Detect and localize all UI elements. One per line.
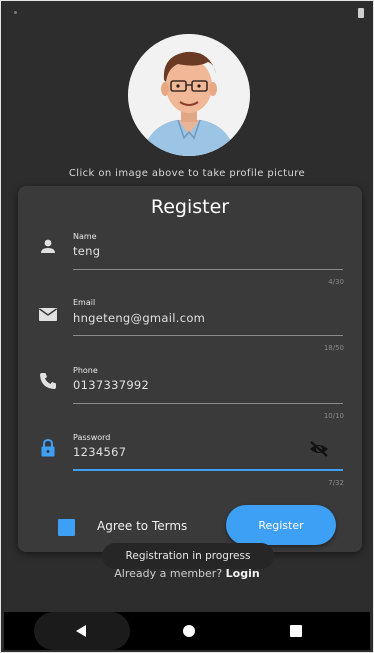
name-underline (73, 269, 343, 270)
agree-terms-label[interactable]: Agree to Terms (97, 519, 187, 533)
profile-picture-hint: Click on image above to take profile pic… (68, 168, 306, 179)
register-card: Register Name teng 4/30 Email hngeteng@g… (18, 186, 362, 552)
agree-terms-checkbox[interactable] (58, 519, 75, 536)
phone-label: Phone (73, 366, 98, 375)
email-underline (73, 335, 343, 336)
password-label: Password (73, 433, 111, 442)
home-icon[interactable] (183, 625, 195, 637)
recent-apps-icon[interactable] (290, 625, 302, 637)
register-button[interactable]: Register (226, 505, 336, 545)
visibility-off-icon[interactable] (308, 440, 330, 458)
status-bar (4, 4, 370, 22)
email-counter: 18/50 (323, 344, 344, 352)
mail-icon (39, 308, 57, 321)
name-label: Name (73, 232, 97, 241)
password-counter: 7/32 (328, 479, 344, 487)
phone-counter: 10/10 (323, 412, 344, 420)
person-icon (41, 239, 55, 253)
register-title: Register (150, 196, 230, 218)
lock-icon (41, 438, 55, 457)
email-label: Email (73, 298, 96, 307)
email-value[interactable]: hngeteng@gmail.com (73, 311, 205, 325)
battery-icon (358, 8, 364, 18)
profile-picture[interactable] (128, 34, 250, 156)
avatar-illustration-icon (128, 34, 250, 156)
password-underline (73, 469, 343, 471)
progress-toast: Registration in progress (102, 543, 274, 569)
name-counter: 4/30 (328, 278, 344, 286)
name-value[interactable]: teng (73, 244, 100, 258)
back-icon[interactable] (76, 625, 86, 637)
navigation-bar (4, 612, 370, 650)
password-value[interactable]: 1234567 (73, 445, 126, 459)
phone-value[interactable]: 0137337992 (73, 378, 149, 392)
phone-underline (73, 403, 343, 404)
notification-dot-icon (14, 11, 17, 14)
phone-icon (40, 373, 56, 389)
